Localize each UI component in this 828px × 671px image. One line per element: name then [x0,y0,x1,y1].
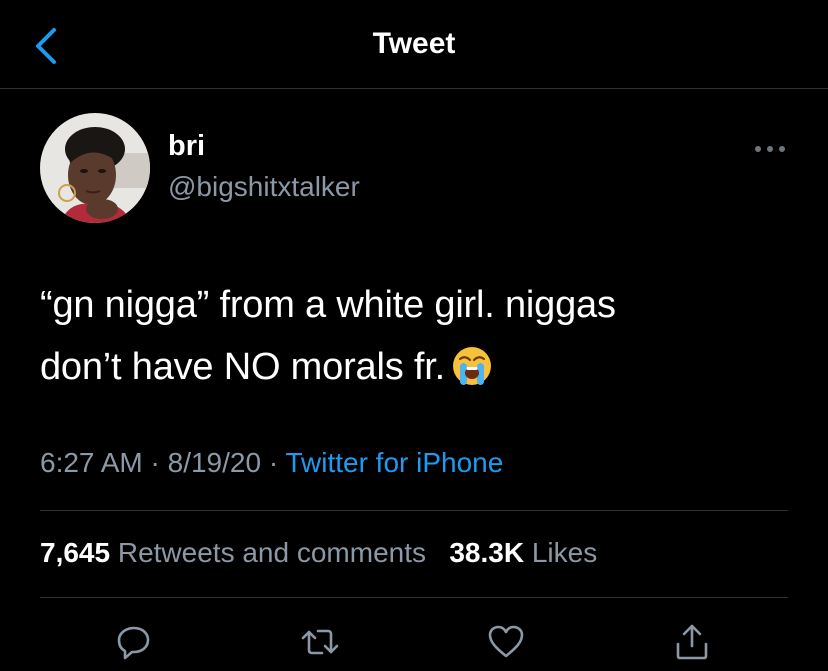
tweet-text-fragment: don’t have NO morals fr. [40,346,445,388]
retweets-stat[interactable]: 7,645 Retweets and comments [40,537,426,568]
profile-photo [40,113,150,223]
tweet-text-line: “gn nigga” from a white girl. niggas [40,284,616,326]
author-handle[interactable]: @bigshitxtalker [168,171,360,203]
retweets-count: 7,645 [40,537,111,568]
divider [40,597,788,598]
retweet-button[interactable] [300,622,340,662]
loudly-crying-face-icon [451,344,493,406]
divider [40,510,788,511]
more-horizontal-icon [755,146,785,152]
meta-separator: · [261,447,286,478]
likes-stat[interactable]: 38.3K Likes [449,537,597,568]
like-button[interactable] [486,622,526,662]
share-button[interactable] [672,622,712,662]
tweet-text: “gn nigga” from a white girl. niggas don… [40,274,800,406]
avatar[interactable] [40,113,150,223]
tweet-text-line: don’t have NO morals fr. [40,336,800,406]
likes-count: 38.3K [449,537,525,568]
author-display-name[interactable]: bri [168,130,205,163]
retweet-icon [301,629,339,655]
page-title: Tweet [372,27,456,60]
tweet-source-link[interactable]: Twitter for iPhone [285,447,503,478]
retweets-label: Retweets and comments [117,537,426,568]
tweet-stats: 7,645 Retweets and comments 38.3K Likes [40,537,597,569]
tweet-meta: 6:27 AM · 8/19/20 · Twitter for iPhone [40,447,503,479]
more-options-button[interactable] [752,137,788,161]
likes-label: Likes [531,537,598,568]
meta-separator: · [142,447,168,478]
tweet-time: 6:27 AM [40,447,143,478]
tweet-date: 8/19/20 [167,447,262,478]
like-icon [488,625,524,658]
reply-icon [117,626,150,660]
reply-button[interactable] [114,622,154,662]
top-bar: Tweet [0,0,828,89]
share-icon [676,624,708,660]
